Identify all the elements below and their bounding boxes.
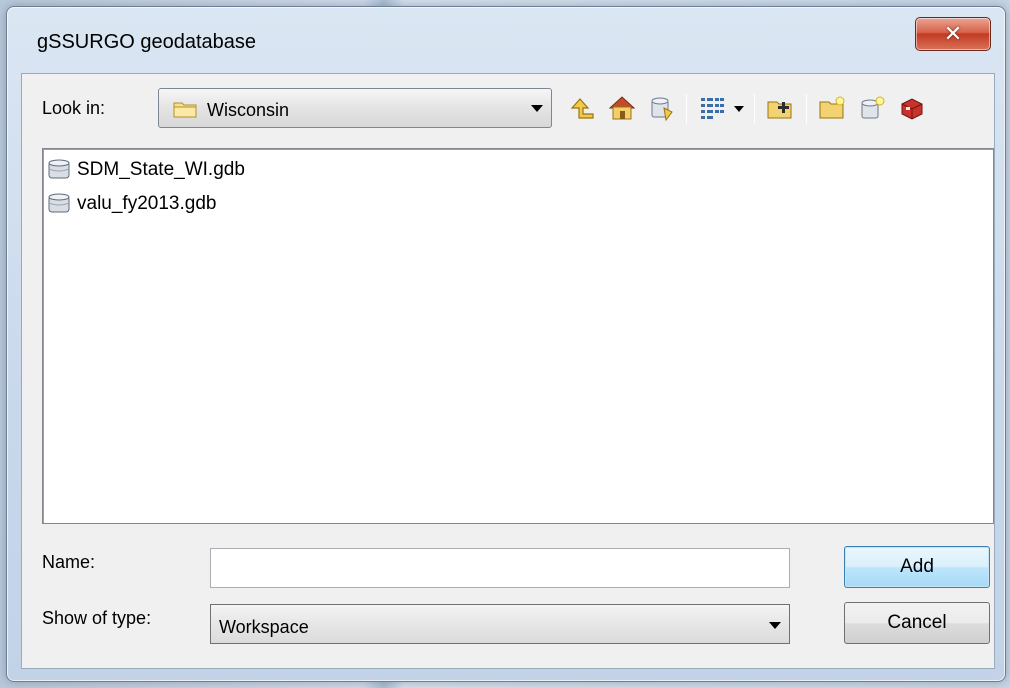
window-title: gSSURGO geodatabase [37, 31, 257, 53]
new-folder-icon [819, 96, 845, 119]
look-in-label: Look in: [42, 98, 106, 118]
toolbox-button[interactable] [896, 92, 928, 124]
new-geodatabase-icon [861, 96, 885, 119]
type-value: Workspace [219, 617, 309, 637]
type-dropdown[interactable]: Workspace [210, 604, 790, 644]
list-item[interactable]: SDM_State_WI.gdb [45, 155, 245, 185]
file-geodatabase-icon [48, 193, 70, 213]
close-icon: ✕ [943, 21, 963, 47]
connect-folder-button[interactable] [764, 92, 796, 124]
title-bar[interactable]: gSSURGO geodatabase ✕ [7, 7, 1005, 73]
up-one-level-icon [570, 98, 594, 119]
type-label: Show of type: [42, 608, 152, 628]
file-name: SDM_State_WI.gdb [77, 159, 245, 180]
toolbox-icon [901, 98, 923, 120]
name-label: Name: [42, 552, 96, 572]
chevron-down-icon[interactable] [769, 622, 781, 629]
up-one-level-button[interactable] [566, 92, 598, 124]
dialog-window: gSSURGO geodatabase ✕ Look in: Wisconsin [6, 6, 1006, 682]
dialog-client-area: Look in: Wisconsin SDM_State_WI.gdb valu… [21, 73, 995, 669]
folder-icon [173, 102, 197, 118]
toolbar-separator [806, 94, 807, 124]
chevron-down-icon[interactable] [734, 106, 744, 112]
close-button[interactable]: ✕ [915, 17, 991, 51]
connect-folder-icon [767, 101, 792, 119]
new-folder-button[interactable] [816, 92, 848, 124]
navigation-toolbar [562, 88, 992, 128]
look-in-dropdown[interactable]: Wisconsin [158, 88, 552, 128]
new-geodatabase-button[interactable] [856, 92, 888, 124]
file-name: valu_fy2013.gdb [77, 193, 217, 214]
chevron-down-icon[interactable] [531, 105, 543, 112]
name-input[interactable] [210, 548, 790, 588]
add-button[interactable]: Add [844, 546, 990, 588]
list-item[interactable]: valu_fy2013.gdb [45, 189, 216, 219]
home-button[interactable] [606, 92, 638, 124]
home-icon [608, 96, 636, 120]
view-options-button[interactable] [696, 92, 728, 124]
toolbar-separator [754, 94, 755, 124]
connect-database-button[interactable] [646, 92, 678, 124]
cancel-button[interactable]: Cancel [844, 602, 990, 644]
look-in-value: Wisconsin [207, 100, 290, 120]
connect-database-icon [651, 97, 673, 122]
file-geodatabase-icon [48, 159, 70, 179]
view-list-icon [701, 98, 724, 119]
file-list[interactable]: SDM_State_WI.gdb valu_fy2013.gdb [42, 148, 994, 524]
toolbar-separator [686, 94, 687, 124]
